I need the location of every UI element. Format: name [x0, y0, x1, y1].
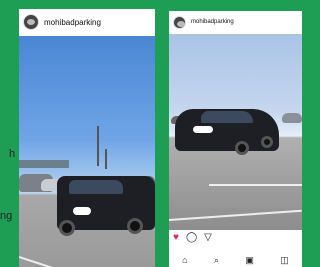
parking-lane-line	[209, 184, 302, 186]
light-pole	[97, 126, 99, 166]
post-header: mohibadparking	[169, 11, 302, 33]
shop-icon[interactable]: ◫	[280, 256, 289, 265]
distant-building	[19, 160, 69, 168]
profile-avatar[interactable]	[173, 15, 186, 29]
home-icon[interactable]: ⌂	[182, 256, 187, 265]
instagram-post-square: mohibadparking ♥ ◯ ▽ ⌂ ⌕ ▣ ◫	[169, 11, 302, 267]
reels-icon[interactable]: ▣	[245, 256, 254, 265]
post-action-bar: ♥ ◯ ▽	[173, 233, 212, 243]
caption-fragment: ng	[0, 210, 13, 222]
share-icon[interactable]: ▽	[204, 233, 212, 243]
car-wheel	[261, 136, 273, 148]
parking-lane-line	[19, 256, 77, 267]
caption-fragment: h	[9, 148, 16, 160]
blurred-license-plate	[73, 207, 91, 215]
post-username[interactable]: mohibadparking	[191, 19, 234, 25]
post-username[interactable]: mohibadparking	[44, 18, 101, 27]
post-header: mohibadparking	[19, 9, 155, 35]
parking-lane-line	[169, 209, 302, 221]
background-car	[282, 113, 302, 123]
instagram-post-portrait: mohibadparking	[19, 9, 155, 267]
car-wheel	[59, 220, 75, 236]
search-icon[interactable]: ⌕	[214, 256, 219, 265]
like-heart-icon[interactable]: ♥	[173, 233, 179, 243]
car-rear-window	[201, 111, 253, 123]
car-wheel	[235, 141, 249, 155]
blurred-license-plate	[193, 126, 213, 133]
post-photo[interactable]	[19, 36, 155, 267]
profile-avatar[interactable]	[23, 14, 39, 30]
bottom-nav-bar: ⌂ ⌕ ▣ ◫	[169, 254, 302, 267]
car-rear-window	[69, 180, 123, 194]
light-pole	[105, 149, 107, 169]
post-photo[interactable]	[169, 34, 302, 230]
car-wheel	[127, 218, 143, 234]
comment-icon[interactable]: ◯	[186, 233, 197, 243]
